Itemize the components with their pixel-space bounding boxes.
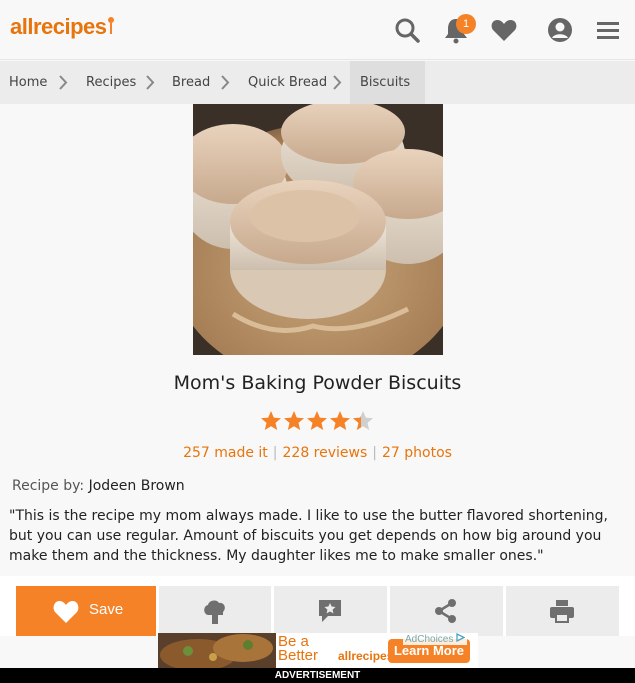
star-icon [261, 411, 281, 430]
print-icon [550, 600, 574, 623]
rating-stars[interactable] [260, 410, 375, 432]
account-icon[interactable] [546, 16, 574, 44]
share-icon [435, 599, 456, 623]
breadcrumb-quick-bread[interactable]: Quick Bread [248, 61, 327, 104]
allrecipes-logo[interactable]: allrecipes [10, 14, 115, 40]
site-header: allrecipes 1 [0, 0, 635, 60]
star-icon [307, 411, 327, 430]
breadcrumb-biscuits[interactable]: Biscuits [360, 61, 410, 104]
byline-label: Recipe by: [12, 478, 85, 494]
breadcrumb-home[interactable]: Home [9, 61, 47, 104]
advertisement-label: ADVERTISEMENT [0, 668, 635, 683]
recipe-stats: 257 made it | 228 reviews | 27 photos [183, 445, 452, 461]
breadcrumb-recipes[interactable]: Recipes [86, 61, 136, 104]
chef-hat-icon [204, 600, 225, 624]
chevron-right-icon [333, 75, 342, 90]
ad-brand-logo: allrecipes [338, 649, 394, 663]
action-bar: Save [0, 576, 635, 636]
reviews-link[interactable]: 228 reviews [283, 445, 368, 461]
print-button[interactable] [506, 586, 619, 636]
recipe-photo[interactable] [193, 104, 443, 355]
review-button[interactable] [274, 586, 387, 636]
breadcrumb: Home Recipes Bread Quick Bread Biscuits [0, 61, 635, 104]
photos-link[interactable]: 27 photos [382, 445, 452, 461]
chevron-right-icon [221, 75, 230, 90]
heart-icon[interactable] [490, 16, 518, 44]
recipe-title: Mom's Baking Powder Biscuits [173, 372, 462, 394]
adchoices-icon [456, 633, 466, 643]
share-button[interactable] [390, 586, 503, 636]
ad-food-image [158, 633, 276, 668]
breadcrumb-bread[interactable]: Bread [172, 61, 210, 104]
recipe-description: "This is the recipe my mom always made. … [9, 508, 608, 564]
half-star-icon [353, 411, 373, 430]
save-button[interactable]: Save [16, 586, 156, 636]
heart-icon [53, 601, 79, 623]
chevron-right-icon [59, 75, 68, 90]
star-icon [284, 411, 304, 430]
menu-icon[interactable] [594, 16, 622, 44]
save-label: Save [89, 601, 124, 618]
ad-headline: Be a Better [278, 633, 319, 664]
recipe-byline: Recipe by: Jodeen Brown [12, 478, 185, 494]
adchoices-link[interactable]: AdChoices [403, 633, 468, 645]
star-icon [330, 411, 350, 430]
search-icon[interactable] [393, 16, 421, 44]
made-it-link[interactable]: 257 made it [183, 445, 268, 461]
chevron-right-icon [146, 75, 155, 90]
advertisement-banner[interactable]: Be a Better allrecipes Learn More AdChoi… [158, 633, 478, 668]
notification-badge: 1 [456, 14, 476, 34]
author-link[interactable]: Jodeen Brown [89, 478, 185, 494]
made-it-button[interactable] [159, 586, 271, 636]
review-icon [319, 600, 341, 622]
